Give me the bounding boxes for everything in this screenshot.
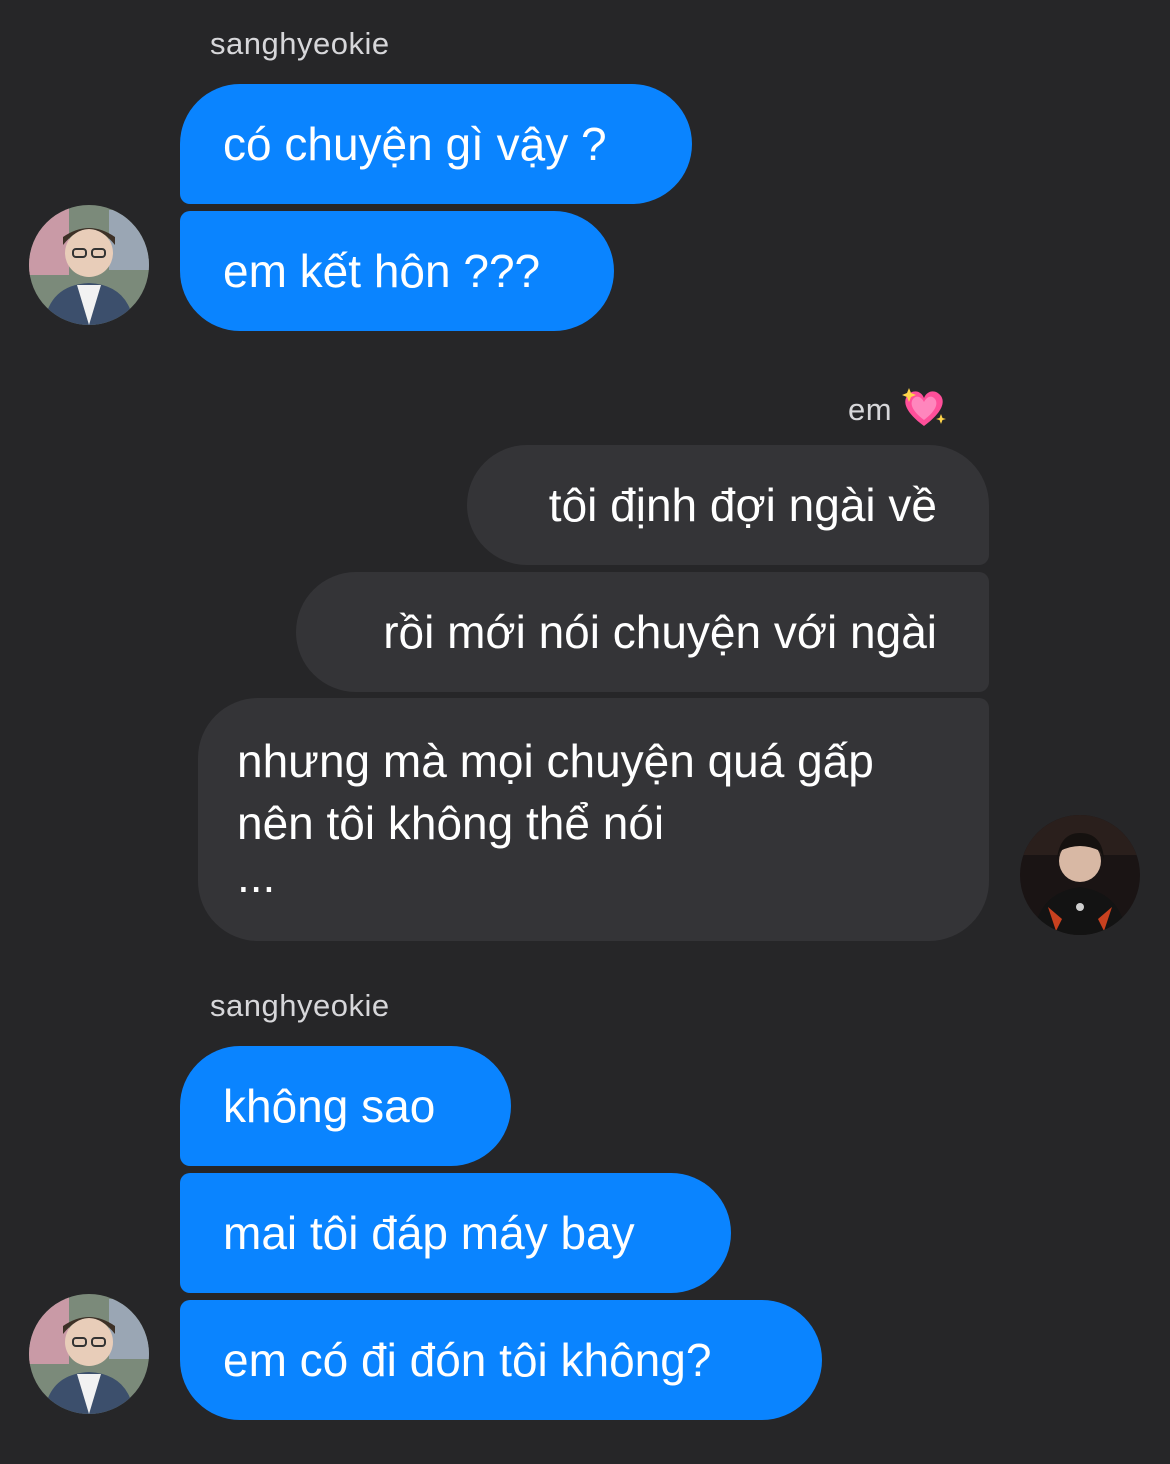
message-bubble[interactable]: em kết hôn ???	[180, 211, 614, 331]
sender-name-row: em	[848, 386, 947, 438]
message-text: không sao	[223, 1080, 436, 1132]
message-text: em kết hôn ???	[223, 245, 541, 297]
avatar[interactable]	[29, 205, 149, 325]
message-bubble[interactable]: em có đi đón tôi không?	[180, 1300, 822, 1420]
message-text: tôi định đợi ngài về	[548, 479, 937, 531]
avatar[interactable]	[29, 1294, 149, 1414]
message-text: rồi mới nói chuyện với ngài	[383, 606, 937, 658]
sender-name: em	[848, 392, 893, 428]
message-bubble[interactable]: nhưng mà mọi chuyện quá gấp nên tôi khôn…	[198, 698, 989, 941]
message-line: nên tôi không thể nói	[237, 797, 665, 849]
message-bubble[interactable]: tôi định đợi ngài về	[467, 445, 989, 565]
message-bubble[interactable]: rồi mới nói chuyện với ngài	[296, 572, 989, 692]
message-text: mai tôi đáp máy bay	[223, 1207, 635, 1259]
message-bubble[interactable]: có chuyện gì vậy ?	[180, 84, 692, 204]
message-text: có chuyện gì vậy ?	[223, 118, 607, 170]
sender-name: sanghyeokie	[210, 988, 390, 1023]
avatar[interactable]	[1020, 815, 1140, 935]
avatar-photo	[1020, 815, 1140, 935]
avatar-photo	[29, 1294, 149, 1414]
message-bubble[interactable]: mai tôi đáp máy bay	[180, 1173, 731, 1293]
message-text: em có đi đón tôi không?	[223, 1334, 712, 1386]
sender-name: sanghyeokie	[210, 26, 390, 61]
message-bubble[interactable]: không sao	[180, 1046, 511, 1166]
sparkling-heart-icon	[901, 386, 947, 438]
chat-screen: sanghyeokie có chuyện gì vậy ? em kết hô…	[0, 0, 1170, 1464]
message-line: nhưng mà mọi chuyện quá gấp	[237, 735, 874, 787]
avatar-photo	[29, 205, 149, 325]
message-line: ...	[237, 850, 276, 902]
